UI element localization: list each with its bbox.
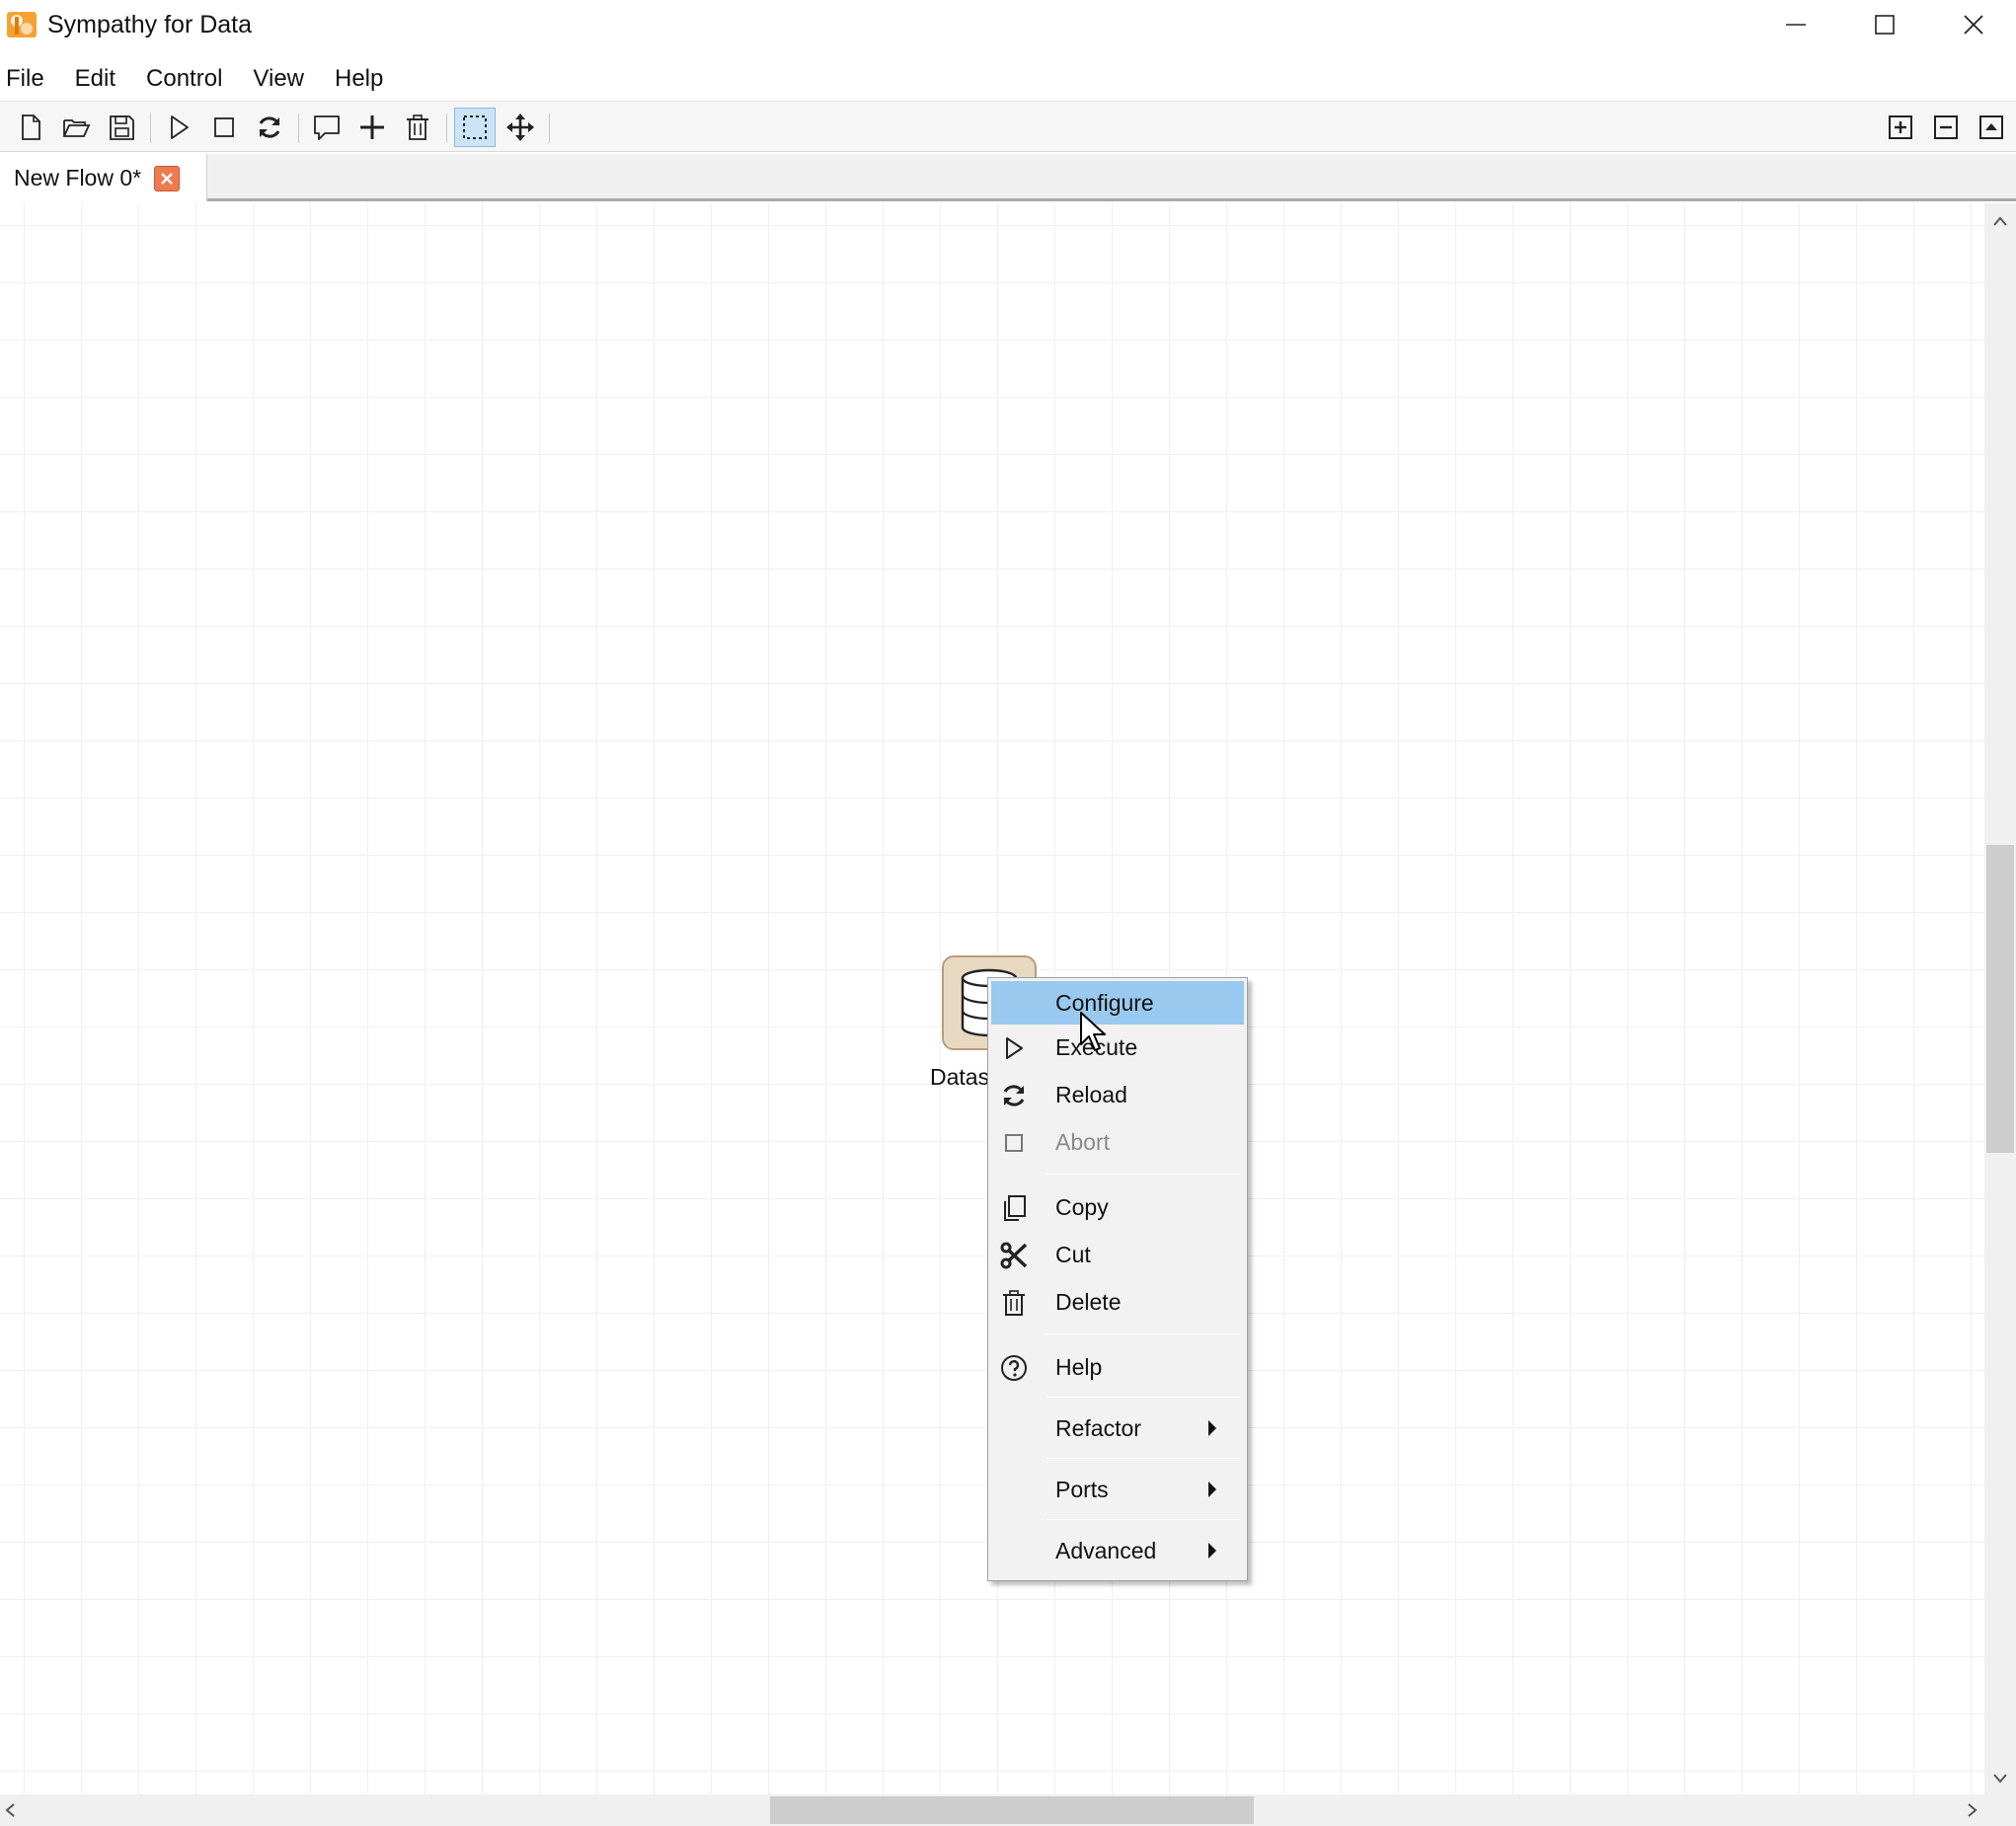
trash-icon <box>999 1288 1029 1318</box>
fit-view-button[interactable] <box>1971 108 2012 147</box>
title-bar: Sympathy for Data <box>0 0 2016 49</box>
menu-bar: File Edit Control View Help <box>0 59 405 99</box>
comment-icon <box>314 115 340 140</box>
toolbar-separator <box>298 114 299 143</box>
menu-item-help[interactable]: Help <box>991 1345 1244 1389</box>
fit-icon <box>1979 115 2003 139</box>
scroll-left-icon[interactable] <box>4 1802 16 1818</box>
menu-separator <box>1047 1519 1240 1520</box>
delete-button[interactable] <box>397 108 438 147</box>
app-logo-icon <box>7 12 37 38</box>
menu-help[interactable]: Help <box>326 65 392 93</box>
tab-new-flow[interactable]: New Flow 0* <box>0 154 207 201</box>
menu-item-label: Ports <box>1055 1476 1109 1502</box>
menu-item-label: Advanced <box>1055 1537 1157 1563</box>
submenu-arrow-icon <box>1208 1543 1216 1559</box>
menu-item-label: Reload <box>1055 1081 1127 1107</box>
select-tool-button[interactable] <box>454 108 496 147</box>
zoom-in-icon <box>1889 115 1912 139</box>
menu-item-label: Cut <box>1055 1241 1091 1267</box>
vertical-scroll-thumb[interactable] <box>1986 845 2014 1153</box>
add-icon <box>360 115 384 139</box>
open-flow-button[interactable] <box>55 108 97 147</box>
reload-button[interactable] <box>249 108 290 147</box>
execute-button[interactable] <box>158 108 199 147</box>
menu-item-refactor[interactable]: Refactor <box>991 1407 1244 1450</box>
vertical-scrollbar[interactable] <box>1984 203 2016 1794</box>
move-tool-button[interactable] <box>500 108 541 147</box>
menu-item-reload[interactable]: Reload <box>991 1073 1244 1116</box>
submenu-arrow-icon <box>1208 1420 1216 1436</box>
menu-control[interactable]: Control <box>137 65 231 93</box>
move-icon <box>506 114 534 141</box>
tab-close-button[interactable] <box>154 166 180 191</box>
zoom-in-button[interactable] <box>1880 108 1921 147</box>
delete-icon <box>407 114 428 140</box>
save-icon <box>110 115 134 140</box>
menu-separator <box>1047 1174 1240 1175</box>
menu-separator <box>1047 1458 1240 1459</box>
horizontal-scroll-thumb[interactable] <box>770 1796 1254 1824</box>
close-icon <box>1964 15 1983 35</box>
select-icon <box>463 115 487 139</box>
open-folder-icon <box>63 119 91 137</box>
scroll-right-icon[interactable] <box>1967 1802 1978 1818</box>
menu-item-label: Refactor <box>1055 1414 1141 1441</box>
menu-item-label: Help <box>1055 1353 1103 1380</box>
minimize-button[interactable] <box>1751 0 1840 49</box>
maximize-button[interactable] <box>1840 0 1929 49</box>
scissors-icon <box>999 1241 1029 1270</box>
menu-item-delete[interactable]: Delete <box>991 1280 1244 1324</box>
menu-separator <box>1047 1397 1240 1398</box>
stop-icon <box>214 117 234 137</box>
menu-item-label: Delete <box>1055 1288 1122 1315</box>
stop-button[interactable] <box>203 108 245 147</box>
execute-icon <box>171 115 189 139</box>
menu-view[interactable]: View <box>244 65 313 93</box>
reload-icon <box>999 1081 1029 1110</box>
menu-item-advanced[interactable]: Advanced <box>991 1529 1244 1572</box>
menu-item-label: Abort <box>1055 1128 1110 1155</box>
menu-item-cut[interactable]: Cut <box>991 1233 1244 1276</box>
close-button[interactable] <box>1929 0 2016 49</box>
menu-item-ports[interactable]: Ports <box>991 1468 1244 1511</box>
help-icon <box>999 1353 1029 1383</box>
node-context-menu: Configure Execute Reload Abort Copy Cut … <box>987 977 1248 1581</box>
add-comment-button[interactable] <box>306 108 348 147</box>
horizontal-scrollbar[interactable] <box>0 1794 2016 1826</box>
new-file-icon <box>22 114 40 140</box>
minimize-icon <box>1786 24 1806 26</box>
toolbar-separator <box>446 114 447 143</box>
toolbar-separator <box>150 114 151 143</box>
new-flow-button[interactable] <box>10 108 51 147</box>
zoom-out-icon <box>1934 115 1958 139</box>
mouse-cursor-icon <box>1080 1012 1106 1051</box>
menu-item-label: Copy <box>1055 1193 1109 1220</box>
zoom-out-button[interactable] <box>1925 108 1967 147</box>
menu-item-execute[interactable]: Execute <box>991 1026 1244 1069</box>
menu-edit[interactable]: Edit <box>66 65 124 93</box>
toolbar <box>0 101 2016 152</box>
tab-bar: New Flow 0* <box>0 154 2016 201</box>
menu-item-configure[interactable]: Configure <box>991 981 1244 1025</box>
close-icon <box>161 173 173 185</box>
maximize-icon <box>1875 15 1895 35</box>
stop-icon <box>999 1128 1029 1158</box>
toolbar-separator <box>549 114 550 143</box>
menu-item-copy[interactable]: Copy <box>991 1185 1244 1229</box>
window-title: Sympathy for Data <box>47 11 253 38</box>
tab-label: New Flow 0* <box>14 164 142 190</box>
save-flow-button[interactable] <box>101 108 142 147</box>
reload-icon <box>259 116 280 138</box>
scroll-up-icon[interactable] <box>1992 215 2008 227</box>
copy-icon <box>999 1193 1029 1223</box>
add-button[interactable] <box>351 108 393 147</box>
submenu-arrow-icon <box>1208 1482 1216 1497</box>
menu-item-abort[interactable]: Abort <box>991 1120 1244 1164</box>
play-icon <box>999 1033 1029 1063</box>
menu-separator <box>1047 1333 1240 1334</box>
scroll-down-icon[interactable] <box>1992 1773 2008 1785</box>
menu-file[interactable]: File <box>0 65 53 93</box>
